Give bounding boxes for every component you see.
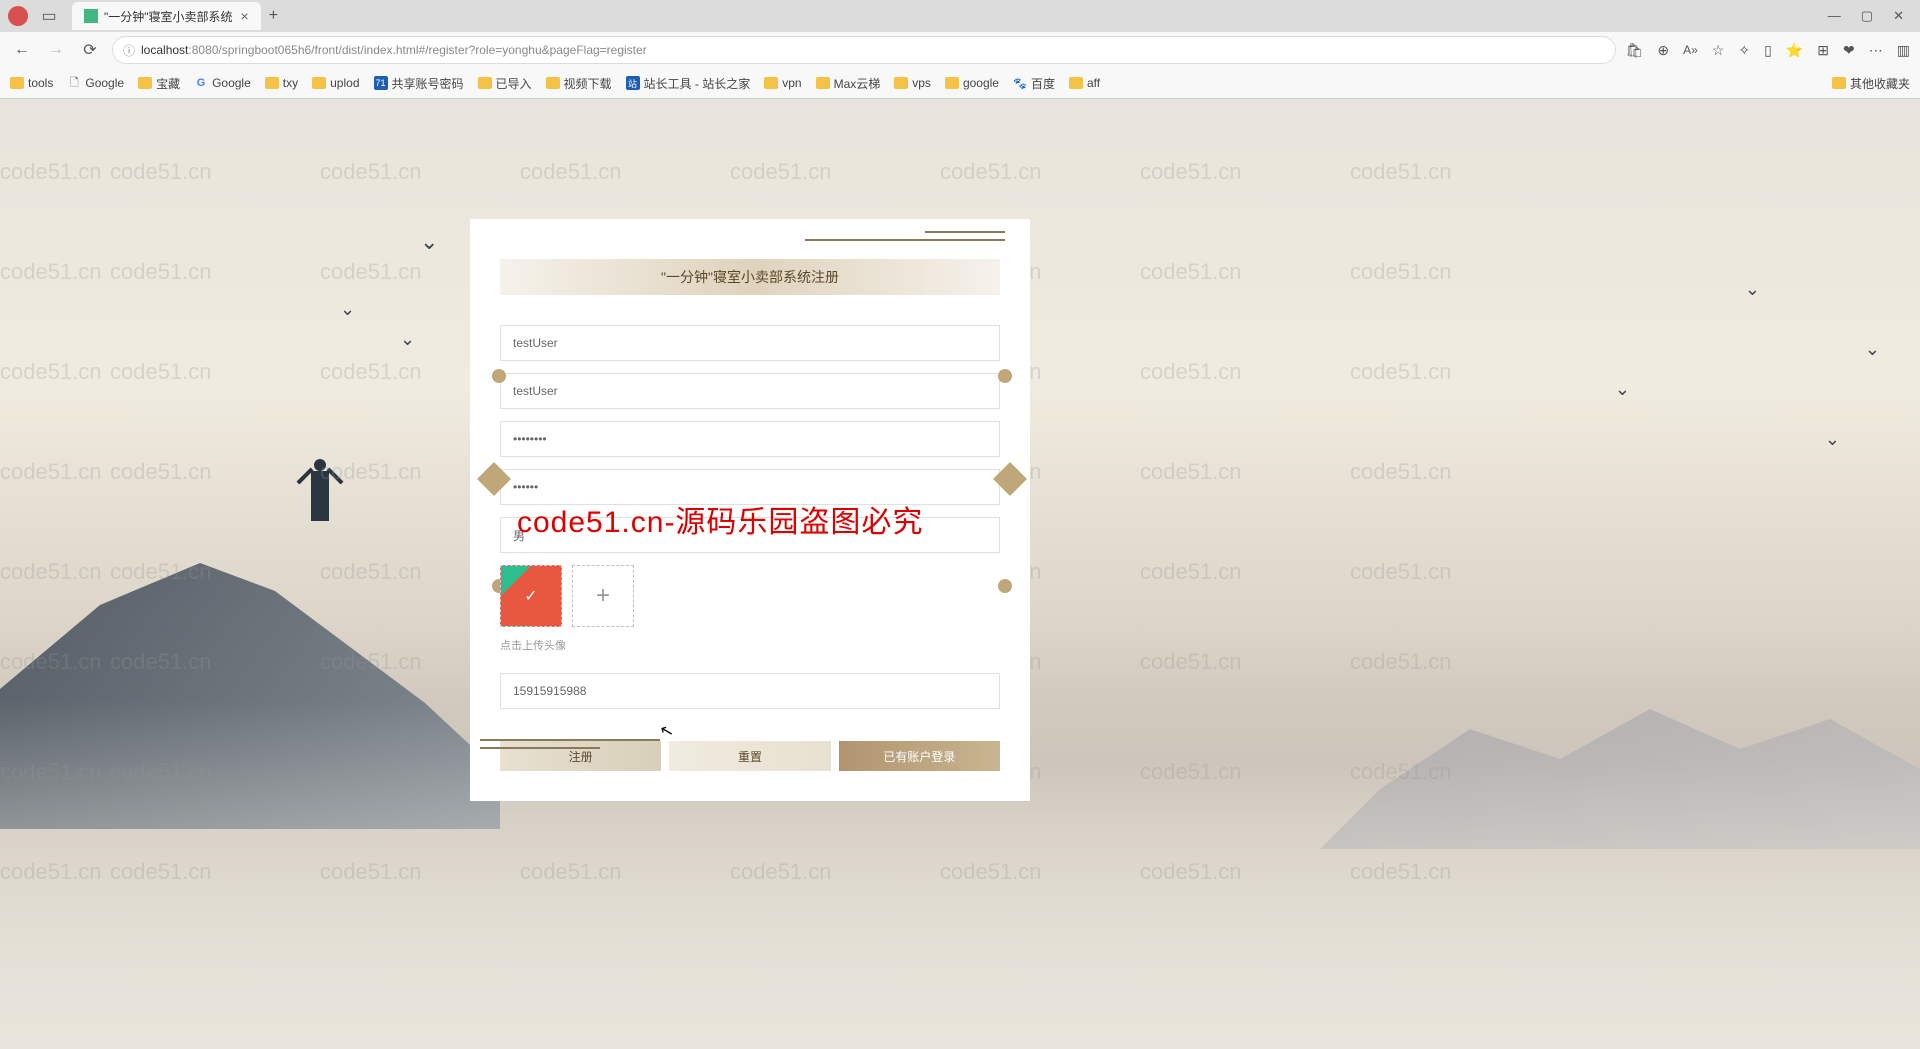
nickname-input[interactable] <box>500 373 1000 409</box>
bookmark-vps[interactable]: vps <box>894 76 931 90</box>
reset-button[interactable]: 重置 <box>669 741 830 771</box>
url-path: /springboot065h6/front/dist/index.html#/… <box>218 43 646 57</box>
person-silhouette <box>295 459 345 549</box>
maximize-icon[interactable]: ▢ <box>1861 8 1873 24</box>
bird-icon: ⌄ <box>1865 339 1880 360</box>
performance-icon[interactable]: ❤ <box>1843 42 1855 59</box>
favorite-icon[interactable]: ☆ <box>1712 42 1725 59</box>
bird-icon: ⌄ <box>1825 429 1840 450</box>
upload-hint: 点击上传头像 <box>500 637 1000 653</box>
url-port: :8080 <box>188 43 218 57</box>
bird-icon: ⌄ <box>420 229 438 255</box>
decoration-circle <box>492 369 506 383</box>
window-controls: — ▢ ✕ <box>1828 8 1912 24</box>
browser-tab[interactable]: "一分钟"寝室小卖部系统 × <box>72 2 261 30</box>
profile-icon[interactable] <box>8 6 28 26</box>
plus-icon: + <box>596 582 610 610</box>
bookmark-txy[interactable]: txy <box>265 76 298 90</box>
bird-icon: ⌄ <box>1745 279 1760 300</box>
back-icon[interactable]: ← <box>10 41 34 59</box>
bookmark-google[interactable]: GGoogle <box>194 76 251 90</box>
bookmark-tools[interactable]: tools <box>10 76 53 90</box>
shopping-icon[interactable]: 🛍 <box>1626 42 1644 59</box>
vue-favicon <box>84 9 98 23</box>
url-host: localhost <box>141 43 188 57</box>
refresh-icon[interactable]: ⟳ <box>78 40 102 60</box>
bookmark-imported[interactable]: 已导入 <box>478 75 532 92</box>
phone-input[interactable] <box>500 673 1000 709</box>
minimize-icon[interactable]: — <box>1828 8 1841 24</box>
decoration-circle <box>998 579 1012 593</box>
url-input[interactable]: ⓘ localhost:8080/springboot065h6/front/d… <box>112 36 1616 64</box>
downloads-icon[interactable]: ⊞ <box>1817 42 1829 59</box>
overlay-copyright-text: code51.cn-源码乐园盗图必究 <box>517 497 923 541</box>
favorites-bar-icon[interactable]: ⭐ <box>1786 42 1803 59</box>
bookmark-aff[interactable]: aff <box>1069 76 1100 90</box>
sidebar-icon[interactable]: ▥ <box>1897 42 1910 59</box>
zoom-icon[interactable]: ⊕ <box>1657 42 1669 59</box>
bookmark-max-cloud[interactable]: Max云梯 <box>816 75 881 92</box>
decoration-circle <box>998 369 1012 383</box>
bookmark-other[interactable]: 其他收藏夹 <box>1832 75 1910 92</box>
bookmark-treasure[interactable]: 宝藏 <box>138 75 180 92</box>
tabs-overview-icon[interactable]: ▭ <box>40 7 58 25</box>
bookmarks-bar: tools 🗋Google 宝藏 GGoogle txy uplod 71共享账… <box>0 68 1920 98</box>
check-icon: ✓ <box>524 586 537 606</box>
info-icon[interactable]: ⓘ <box>123 42 135 59</box>
avatar-add-button[interactable]: + <box>572 565 634 627</box>
toolbar-icons: 🛍 ⊕ A» ☆ ✧ ▯ ⭐ ⊞ ❤ ⋯ ▥ <box>1626 42 1910 59</box>
more-icon[interactable]: ⋯ <box>1869 42 1883 59</box>
extensions-icon[interactable]: ✧ <box>1738 42 1750 59</box>
bookmark-vpn[interactable]: vpn <box>764 76 801 90</box>
register-button[interactable]: 注册 <box>500 741 661 771</box>
forward-icon: → <box>44 41 68 59</box>
tab-title: "一分钟"寝室小卖部系统 <box>104 8 233 25</box>
browser-chrome: ▭ "一分钟"寝室小卖部系统 × + — ▢ ✕ ← → ⟳ ⓘ localho… <box>0 0 1920 99</box>
read-aloud-icon[interactable]: A» <box>1683 43 1698 57</box>
bookmark-uplod[interactable]: uplod <box>312 76 359 90</box>
collections-icon[interactable]: ▯ <box>1764 42 1772 59</box>
avatar-upload-row: ✓ + <box>500 565 1000 627</box>
close-window-icon[interactable]: ✕ <box>1893 8 1904 24</box>
decoration-line <box>480 739 660 741</box>
username-input[interactable] <box>500 325 1000 361</box>
bookmark-shared-accounts[interactable]: 71共享账号密码 <box>374 75 464 92</box>
bookmark-google-folder[interactable]: google <box>945 76 999 90</box>
bird-icon: ⌄ <box>340 299 355 320</box>
new-tab-button[interactable]: + <box>269 7 278 25</box>
form-buttons: 注册 重置 已有账户登录 <box>500 741 1000 771</box>
password-input[interactable] <box>500 421 1000 457</box>
bookmark-baidu[interactable]: 🐾百度 <box>1013 75 1055 92</box>
avatar-preview[interactable]: ✓ <box>500 565 562 627</box>
titlebar: ▭ "一分钟"寝室小卖部系统 × + — ▢ ✕ <box>0 0 1920 32</box>
bookmark-video-download[interactable]: 视频下载 <box>546 75 612 92</box>
bird-icon: ⌄ <box>1615 379 1630 400</box>
bird-icon: ⌄ <box>400 329 415 350</box>
form-title: "一分钟"寝室小卖部系统注册 <box>500 259 1000 295</box>
decoration-line <box>805 239 1005 241</box>
bookmark-google-page[interactable]: 🗋Google <box>67 76 124 90</box>
address-bar: ← → ⟳ ⓘ localhost:8080/springboot065h6/f… <box>0 32 1920 68</box>
bookmark-webmaster-tools[interactable]: 站站长工具 - 站长之家 <box>626 75 751 92</box>
close-icon[interactable]: × <box>241 8 249 24</box>
login-link-button[interactable]: 已有账户登录 <box>839 741 1000 771</box>
page-content: ⌄ ⌄ ⌄ ⌄ ⌄ ⌄ ⌄ code51.cncode51.cncode51.c… <box>0 99 1920 1049</box>
